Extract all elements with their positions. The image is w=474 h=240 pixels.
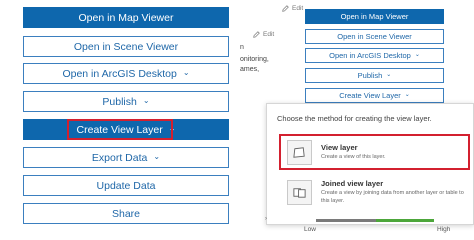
button-label: Create View Layer [339,91,401,100]
button-label: Open in Scene Viewer [337,32,412,41]
chevron-down-icon: ⌄ [182,67,190,77]
button-label: Open in Map Viewer [78,11,174,24]
open-in-scene-viewer-button[interactable]: Open in Scene Viewer [23,36,229,57]
open-in-map-viewer-button[interactable]: Open in Map Viewer [23,7,229,28]
edit-label: Edit [263,31,275,38]
chevron-down-icon: ⌄ [414,51,420,58]
highlight-box [67,119,173,140]
scale-low-label: Low [304,226,316,233]
button-label: Open in ArcGIS Desktop [62,67,177,80]
button-label: Publish [357,71,383,80]
joined-view-layer-option[interactable]: Joined view layer Create a view by joini… [281,173,471,211]
chevron-down-icon: ⌄ [386,71,392,78]
share-button[interactable]: Share [23,203,229,224]
button-label: Open in Map Viewer [340,12,409,21]
button-label: Open in Scene Viewer [73,40,179,53]
open-in-arcgis-desktop-button-small[interactable]: Open in ArcGIS Desktop ⌄ [305,48,444,63]
publish-button[interactable]: Publish ⌄ [23,91,229,112]
option-name: Joined view layer [321,179,384,189]
description-snippet: n [240,44,244,51]
pencil-icon [253,31,260,38]
button-label: Update Data [96,179,156,192]
chevron-down-icon: ⌄ [404,91,410,98]
chevron-right-icon: › [265,216,267,222]
button-label: Open in ArcGIS Desktop [329,51,411,60]
joined-view-layer-icon [287,179,312,205]
popover-title: Choose the method for creating the view … [277,114,432,123]
scale-high-label: High [437,226,451,233]
edit-link[interactable]: Edit [253,31,274,38]
button-label: Export Data [91,151,148,164]
highlight-box [279,134,470,170]
open-in-map-viewer-button-small[interactable]: Open in Map Viewer [305,9,444,24]
edit-link[interactable]: Edit [282,5,303,12]
export-data-button[interactable]: Export Data ⌄ [23,147,229,168]
chevron-down-icon: ⌄ [153,151,161,161]
pencil-icon [282,5,289,12]
open-in-scene-viewer-button-small[interactable]: Open in Scene Viewer [305,29,444,44]
button-label: Publish [102,95,137,108]
scale-bar-gray [316,219,376,222]
description-snippet: ames, [240,66,260,73]
view-layer-popover: Choose the method for creating the view … [266,103,474,225]
publish-button-small[interactable]: Publish ⌄ [305,68,444,83]
description-snippet: onitoring, [240,56,269,63]
open-in-arcgis-desktop-button[interactable]: Open in ArcGIS Desktop ⌄ [23,63,229,84]
create-view-layer-button-small[interactable]: Create View Layer ⌄ [305,88,444,103]
chevron-down-icon: ⌄ [142,95,150,105]
option-description: Create a view by joining data from anoth… [321,190,464,204]
button-label: Share [111,207,141,220]
update-data-button[interactable]: Update Data [23,175,229,196]
edit-label: Edit [292,5,304,12]
scale-bar-green [376,219,434,222]
